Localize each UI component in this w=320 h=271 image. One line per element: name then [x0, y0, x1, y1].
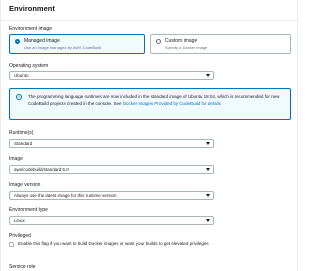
runtime-value: Standard [14, 141, 33, 146]
chevron-down-icon [206, 74, 210, 77]
chevron-down-icon [206, 168, 210, 171]
image-version-label: Image version [9, 182, 41, 188]
managed-image-option[interactable]: Managed image Use an image managed by AW… [9, 34, 145, 54]
custom-image-title: Custom image [165, 38, 198, 44]
privileged-label: Privileged [9, 233, 31, 239]
custom-image-option[interactable]: Custom image Specify a Docker image [150, 34, 291, 54]
operating-system-value: Ubuntu [14, 73, 29, 78]
section-header: Environment [1, 0, 299, 21]
privileged-checkbox[interactable] [9, 242, 14, 247]
image-label: Image [9, 156, 23, 162]
image-version-value: Always use the latest image for this run… [14, 193, 117, 198]
info-alert: i The programming language runtimes are … [9, 88, 291, 120]
environment-type-select[interactable]: Linux [9, 216, 214, 225]
environment-type-value: Linux [14, 218, 25, 223]
chevron-down-icon [206, 219, 210, 222]
radio-unselected-icon[interactable] [156, 39, 161, 44]
operating-system-label: Operating system [9, 63, 49, 69]
radio-selected-icon[interactable] [15, 39, 20, 44]
environment-panel: Environment Environment image Managed im… [0, 0, 299, 271]
docker-images-link[interactable]: Docker Images Provided by CodeBuild for … [123, 101, 221, 106]
managed-image-description: Use an image managed by AWS CodeBuild [24, 45, 102, 50]
section-title: Environment [9, 4, 55, 13]
image-version-select[interactable]: Always use the latest image for this run… [9, 191, 214, 200]
custom-image-description: Specify a Docker image [165, 45, 208, 50]
runtime-select[interactable]: Standard [9, 139, 214, 148]
managed-image-title: Managed image [24, 38, 60, 44]
image-select[interactable]: aws/codebuild/standard:6.0 [9, 165, 214, 174]
info-alert-text: The programming language runtimes are no… [28, 94, 286, 107]
info-icon: i [16, 94, 22, 100]
image-value: aws/codebuild/standard:6.0 [14, 167, 69, 172]
chevron-down-icon [206, 142, 210, 145]
runtime-label: Runtime(s) [9, 130, 34, 136]
environment-type-label: Environment type [9, 207, 48, 213]
environment-image-label: Environment image [9, 26, 53, 32]
operating-system-select[interactable]: Ubuntu [9, 71, 214, 80]
chevron-down-icon [206, 194, 210, 197]
privileged-checkbox-label[interactable]: Enable this flag if you want to build Do… [18, 241, 288, 247]
service-role-label: Service role [9, 264, 36, 270]
